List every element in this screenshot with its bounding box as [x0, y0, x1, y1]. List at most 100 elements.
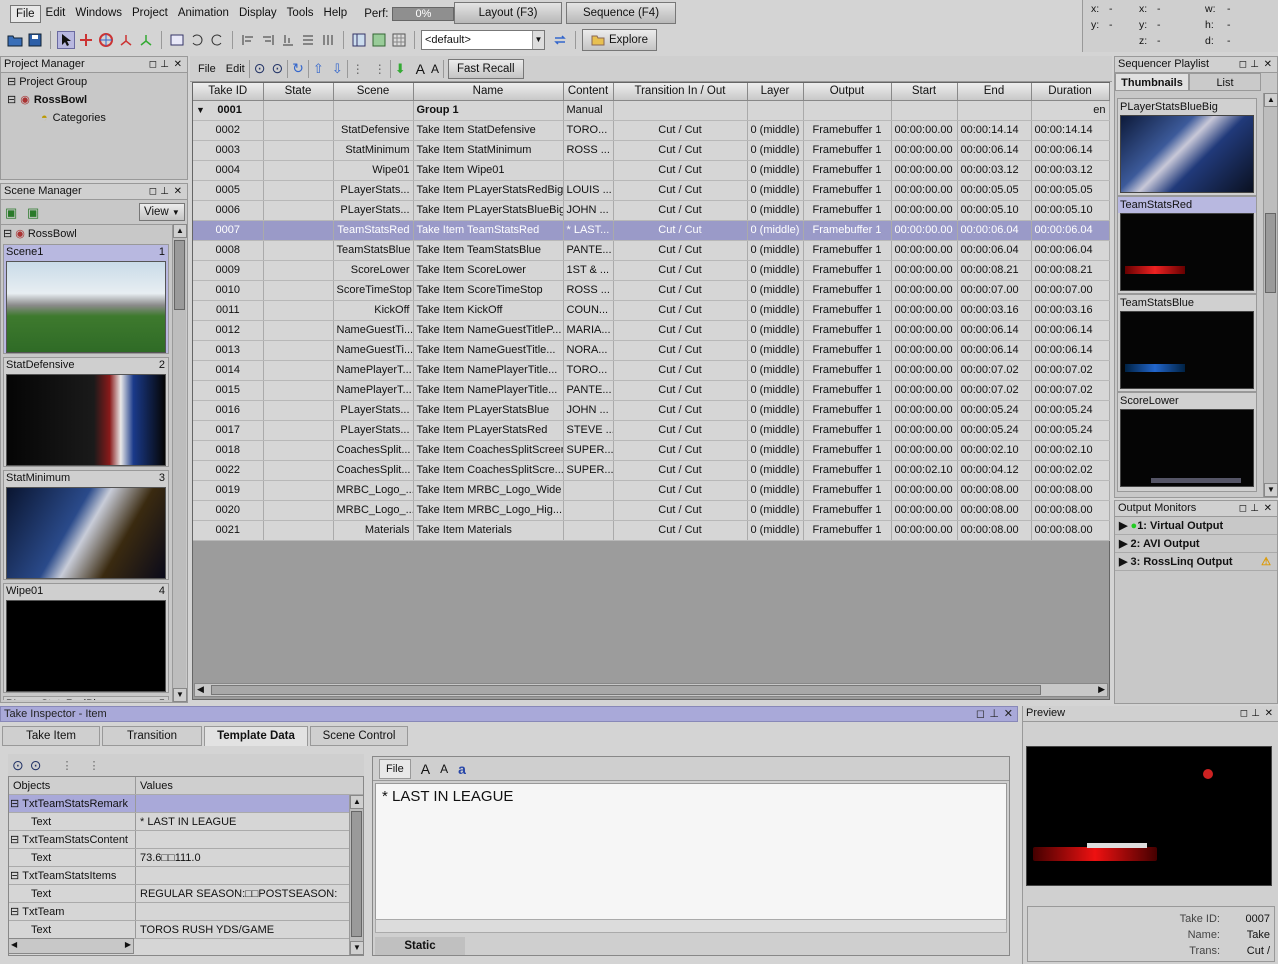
object-value-cell[interactable]: TOROS RUSH YDS/GAME: [136, 921, 363, 938]
object-group-row[interactable]: ⊟ TxtTeamStatsRemark: [9, 795, 363, 813]
tab-take-item[interactable]: Take Item: [2, 726, 100, 746]
menu-edit[interactable]: Edit: [41, 5, 71, 23]
restore-icon[interactable]: ◻: [149, 184, 157, 199]
scroll-left-icon[interactable]: ◀: [197, 684, 204, 695]
close-icon[interactable]: ✕: [174, 57, 182, 72]
tab-list[interactable]: List: [1189, 73, 1261, 91]
tree-item-project-group[interactable]: ⊟ Project Group: [1, 73, 187, 91]
take-row[interactable]: 0018 CoachesSplit... Take Item CoachesSpli…: [193, 440, 1110, 461]
tab-transition[interactable]: Transition: [102, 726, 202, 746]
tree-expand-icon[interactable]: ⋮: [61, 759, 72, 772]
font-increase-icon[interactable]: A: [416, 61, 425, 77]
close-icon[interactable]: ✕: [174, 184, 182, 199]
take-row[interactable]: 0007 TeamStatsRed Take Item TeamStatsRed * …: [193, 220, 1110, 241]
group-row[interactable]: ▼ 0001 Group 1 Manual en: [193, 100, 1110, 121]
close-icon[interactable]: ✕: [1004, 707, 1013, 721]
align-left-icon[interactable]: [239, 31, 257, 49]
sequencer-edit-menu[interactable]: Edit: [226, 63, 245, 75]
grid-icon[interactable]: [390, 31, 408, 49]
column-header[interactable]: Name: [413, 83, 564, 101]
refresh-swap-icon[interactable]: [551, 31, 569, 49]
font-decrease-icon[interactable]: A: [431, 62, 439, 76]
playlist-item[interactable]: TeamStatsBlue: [1117, 294, 1257, 392]
rotate-globe-icon[interactable]: [97, 31, 115, 49]
restore-icon[interactable]: ◻: [1240, 706, 1248, 721]
take-row[interactable]: 0019 MRBC_Logo_... Take Item MRBC_Logo_Wid…: [193, 480, 1110, 501]
column-header[interactable]: Scene: [333, 83, 414, 101]
close-icon[interactable]: ✕: [1264, 57, 1272, 72]
monitor-virtual-output[interactable]: ▶ ●1: Virtual Output: [1115, 517, 1277, 535]
object-group-row[interactable]: ⊟ TxtTeamStatsContent: [9, 831, 363, 849]
move-up-circle-icon[interactable]: ⊙: [254, 60, 266, 77]
scene-scrollbar[interactable]: ▲ ▼: [172, 224, 187, 702]
view-dropdown-button[interactable]: View ▼: [139, 203, 185, 221]
take-row[interactable]: 0010 ScoreTimeStop Take Item ScoreTimeStop…: [193, 280, 1110, 301]
column-header[interactable]: End: [957, 83, 1032, 101]
playlist-scrollbar[interactable]: ▲ ▼: [1263, 93, 1278, 497]
align-bottom-icon[interactable]: [279, 31, 297, 49]
column-header[interactable]: Start: [891, 83, 958, 101]
layout-panel-icon[interactable]: [350, 31, 368, 49]
collapse-icon[interactable]: ⊟: [10, 906, 19, 918]
take-row[interactable]: 0017 PLayerStats... Take Item PLayerStatsR…: [193, 420, 1110, 441]
take-row[interactable]: 0009 ScoreLower Take Item ScoreLower 1ST & …: [193, 260, 1110, 281]
scroll-down-icon[interactable]: ▼: [1264, 483, 1278, 497]
object-property-row[interactable]: Text REGULAR SEASON:□□POSTSEASON:: [9, 885, 363, 903]
move-down-circle-icon[interactable]: ⊙: [30, 757, 42, 774]
take-row[interactable]: 0003 StatMinimum Take Item StatMinimum ROSS…: [193, 140, 1110, 161]
take-row[interactable]: 0004 Wipe01 Take Item Wipe01 Cut / Cut 0 (mi…: [193, 160, 1110, 181]
collapse-icon[interactable]: ⊟: [10, 834, 19, 846]
undo-icon[interactable]: [188, 31, 206, 49]
move-up-circle-icon[interactable]: ⊙: [12, 757, 24, 774]
column-header[interactable]: Transition In / Out: [613, 83, 748, 101]
scroll-thumb[interactable]: [174, 240, 185, 310]
scroll-right-icon[interactable]: ▶: [1098, 684, 1105, 695]
scroll-down-icon[interactable]: ▼: [173, 688, 187, 702]
take-row[interactable]: 0014 NamePlayerT... Take Item NamePlayerTi…: [193, 360, 1110, 381]
tab-thumbnails[interactable]: Thumbnails: [1115, 73, 1189, 91]
scroll-thumb[interactable]: [351, 811, 362, 937]
add-folder-icon[interactable]: ▣: [27, 205, 39, 221]
tree-collapse-icon[interactable]: ⋮: [374, 62, 386, 76]
menu-animation[interactable]: Animation: [173, 5, 234, 23]
explore-button[interactable]: Explore: [582, 29, 657, 51]
column-header[interactable]: Layer: [747, 83, 804, 101]
redo-icon[interactable]: [208, 31, 226, 49]
tab-scene-control[interactable]: Scene Control: [310, 726, 408, 746]
column-header[interactable]: Take ID: [193, 83, 264, 101]
pin-icon[interactable]: ⊥: [160, 57, 169, 72]
take-row[interactable]: 0005 PLayerStats... Take Item PLayerStatsR…: [193, 180, 1110, 201]
font-decrease-icon[interactable]: A: [440, 762, 448, 776]
take-row[interactable]: 0022 CoachesSplit... Take Item CoachesSpli…: [193, 460, 1110, 481]
take-row[interactable]: 0002 StatDefensive Take Item StatDefensive…: [193, 120, 1110, 141]
tree-item-categories[interactable]: ◓ Categories: [1, 109, 187, 127]
sequencer-hscrollbar[interactable]: ◀ ▶: [194, 683, 1108, 697]
take-row[interactable]: 0015 NamePlayerT... Take Item NamePlayerTi…: [193, 380, 1110, 401]
scene-card[interactable]: StatMinimum 3: [3, 470, 169, 580]
scene-card[interactable]: Scene1 1: [3, 244, 169, 354]
take-row[interactable]: 0021 Materials Take Item Materials Cut / Cu…: [193, 520, 1110, 541]
menu-tools[interactable]: Tools: [282, 5, 319, 23]
objects-scrollbar[interactable]: ▲ ▼: [349, 795, 364, 955]
arrow-up-icon[interactable]: ⇧: [313, 61, 324, 77]
playlist-item[interactable]: PLayerStatsBlueBig: [1117, 98, 1257, 196]
column-header[interactable]: State: [263, 83, 334, 101]
take-row[interactable]: 0020 MRBC_Logo_... Take Item MRBC_Logo_Hig…: [193, 500, 1110, 521]
text-style-icon[interactable]: a: [458, 761, 466, 777]
scroll-left-icon[interactable]: ◀: [11, 940, 17, 949]
scale-axis-icon[interactable]: [117, 31, 135, 49]
scene-tree-root[interactable]: ⊟ ◉ RossBowl: [1, 224, 187, 242]
column-header[interactable]: Content: [563, 83, 614, 101]
close-icon[interactable]: ✕: [1264, 501, 1272, 516]
object-property-row[interactable]: Text * LAST IN LEAGUE: [9, 813, 363, 831]
editor-status-tab[interactable]: Static: [375, 937, 465, 955]
tree-expand-icon[interactable]: ⋮: [352, 62, 364, 76]
take-row[interactable]: 0006 PLayerStats... Take Item PLayerStatsB…: [193, 200, 1110, 221]
object-value-cell[interactable]: 73.6□□111.0: [136, 849, 363, 866]
scene-card[interactable]: PLayerStatsRedBig 5: [3, 696, 169, 700]
axis-move-icon[interactable]: [77, 31, 95, 49]
take-row[interactable]: 0008 TeamStatsBlue Take Item TeamStatsBlue…: [193, 240, 1110, 261]
column-header[interactable]: Duration: [1031, 83, 1110, 101]
pin-icon[interactable]: ⊥: [1251, 706, 1260, 721]
scroll-thumb[interactable]: [1265, 213, 1276, 293]
